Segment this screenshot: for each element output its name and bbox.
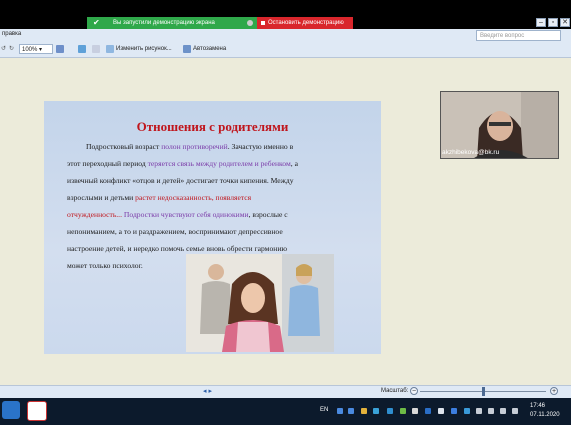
- undo-icon[interactable]: ↺: [1, 45, 6, 54]
- webcam-user-email: akzhibekova@bk.ru: [442, 149, 500, 156]
- zoom-select[interactable]: 100% ▾: [19, 44, 53, 54]
- volume-icon[interactable]: [512, 408, 518, 414]
- tray-icon[interactable]: [337, 408, 343, 414]
- autoshape-icon: [183, 45, 191, 53]
- network-icon[interactable]: [500, 408, 506, 414]
- stop-share-button[interactable]: Остановить демонстрацию: [257, 17, 353, 29]
- slide-text-line: извечный конфликт «отцов и детей» достиг…: [67, 176, 294, 185]
- slide-text-line: непониманием, а то и раздражением, воспр…: [67, 227, 283, 236]
- autoshape-button[interactable]: Автозамена: [193, 45, 226, 54]
- slide-text-line: настроение детей, и нередко помочь семье…: [67, 244, 288, 253]
- slide-title: Отношения с родителями: [136, 119, 289, 134]
- change-picture-icon: [106, 45, 114, 53]
- tray-icon[interactable]: [373, 408, 379, 414]
- share-icon: ✔: [93, 18, 100, 27]
- share-status-text: Вы запустили демонстрацию экрана: [113, 20, 215, 26]
- tray-icon[interactable]: [387, 408, 393, 414]
- taskbar-presentation-app-icon[interactable]: [27, 401, 47, 421]
- tray-icon[interactable]: [400, 408, 406, 414]
- screen-share-status-banner: ✔ Вы запустили демонстрацию экрана: [87, 17, 257, 29]
- restore-button[interactable]: ▫: [548, 18, 558, 27]
- picture-color-icon[interactable]: [78, 45, 86, 53]
- tray-icon[interactable]: [348, 408, 354, 414]
- stop-icon: [261, 21, 265, 25]
- clock-date[interactable]: 07.11.2020: [530, 412, 560, 418]
- share-settings-icon[interactable]: [247, 20, 253, 26]
- zoom-slider-thumb[interactable]: [481, 387, 485, 396]
- tray-icon[interactable]: [464, 408, 470, 414]
- tray-icon[interactable]: [412, 408, 418, 414]
- slide-text-line: этот переходный период теряется связь ме…: [67, 159, 298, 168]
- slide-nav-arrows[interactable]: ◂ ▸: [203, 387, 212, 395]
- menu-item-edit[interactable]: правка: [2, 31, 21, 37]
- zoom-slider-label: Масштаб:: [381, 388, 409, 394]
- taskbar-meeting-app-icon[interactable]: [2, 401, 20, 419]
- window-controls: – ▫ ✕: [536, 18, 571, 28]
- redo-icon[interactable]: ↻: [9, 45, 14, 54]
- tray-icon[interactable]: [361, 408, 367, 414]
- minimize-button[interactable]: –: [536, 18, 546, 27]
- close-button[interactable]: ✕: [560, 18, 570, 27]
- top-black-bar: [0, 0, 571, 17]
- tray-icon[interactable]: [488, 408, 494, 414]
- slide-photo[interactable]: [186, 254, 334, 352]
- help-search-input[interactable]: Введите вопрос: [476, 30, 561, 41]
- slide-text-line: взрослыми и детьми растет недосказанност…: [67, 193, 252, 202]
- status-bar: [0, 385, 571, 399]
- tray-icon[interactable]: [425, 408, 431, 414]
- zoom-value: 100%: [22, 47, 38, 53]
- tray-icon[interactable]: [438, 408, 444, 414]
- clock-time[interactable]: 17:46: [530, 403, 545, 409]
- taskbar: [0, 398, 571, 425]
- slide-text-line: может только психолог.: [67, 261, 143, 270]
- help-icon[interactable]: [56, 45, 64, 53]
- slide-text-line: Подростковый возраст полон противоречий.…: [86, 142, 294, 151]
- tray-icon[interactable]: [451, 408, 457, 414]
- stop-share-label: Остановить демонстрацию: [268, 20, 344, 26]
- language-indicator[interactable]: EN: [320, 407, 328, 413]
- change-picture-button[interactable]: Изменить рисунок...: [116, 45, 172, 54]
- zoom-out-button[interactable]: −: [410, 387, 418, 395]
- tray-icon[interactable]: [476, 408, 482, 414]
- picture-contrast-icon[interactable]: [92, 45, 100, 53]
- zoom-in-button[interactable]: +: [550, 387, 558, 395]
- slide-text-line: отчужденность... Подростки чувствуют себ…: [67, 210, 288, 219]
